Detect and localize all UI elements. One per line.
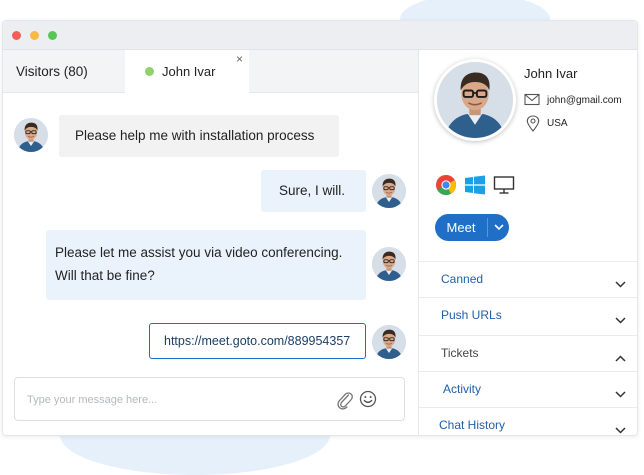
chevron-down-icon [615,385,626,403]
location-pin-icon [526,115,540,137]
visitor-environment-icons [435,174,515,201]
message-composer [14,377,405,421]
accordion-label: Activity [443,382,482,396]
profile-location: USA [547,118,568,129]
message-text-line: Will that be fine? [55,268,155,283]
profile-email: john@gmail.com [547,95,622,106]
tab-close-icon[interactable]: × [236,52,243,66]
window-maximize-dot[interactable] [48,31,57,40]
agent-avatar [372,174,406,208]
chrome-icon [435,174,457,201]
meet-button[interactable]: Meet [435,214,509,241]
tab-visitors[interactable]: Visitors (80) [3,50,125,92]
agent-avatar [372,247,406,281]
message-text: Sure, I will. [279,183,346,198]
chevron-down-icon [615,421,626,435]
app-window: Visitors (80) John Ivar × Please help me… [2,20,638,436]
accordion-activity[interactable]: Activity [419,371,637,407]
chevron-down-icon [615,311,626,329]
mail-icon [524,93,540,111]
accordion-chat-history[interactable]: Chat History [419,407,637,435]
profile-name: John Ivar [524,66,578,81]
visitor-profile-panel: John Ivar john@gmail.com USA Meet Canned… [418,50,637,435]
tab-john-ivar-label: John Ivar [162,64,216,79]
agent-avatar [372,325,406,359]
window-titlebar [3,21,637,50]
message-text: Please help me with installation process [75,128,315,143]
message-bubble-visitor: Please help me with installation process [59,115,339,157]
chat-area: Please help me with installation process… [3,93,418,435]
smiley-icon[interactable] [359,390,377,413]
tab-visitors-label: Visitors (80) [16,63,88,79]
accordion-label: Push URLs [441,308,502,322]
windows-icon [464,175,486,200]
window-close-dot[interactable] [12,31,21,40]
chevron-down-icon [615,275,626,293]
visitor-avatar [14,118,48,152]
accordion-label: Canned [441,272,484,286]
message-input[interactable] [25,389,329,411]
accordion-canned[interactable]: Canned [419,261,637,297]
accordion-tickets[interactable]: Tickets [419,335,637,371]
meeting-link[interactable]: https://meet.goto.com/889954357 [164,334,350,348]
meet-button-label: Meet [446,220,476,235]
chevron-down-icon[interactable] [488,224,509,231]
paperclip-icon[interactable] [336,390,354,415]
chevron-up-icon [615,349,626,367]
meeting-link-bubble[interactable]: https://meet.goto.com/889954357 [149,323,366,359]
accordion-label: Chat History [439,418,506,432]
message-bubble-agent: Please let me assist you via video confe… [46,230,366,300]
profile-avatar [434,59,516,141]
accordion-label: Tickets [441,346,479,360]
accordion-push-urls[interactable]: Push URLs [419,297,637,333]
message-bubble-agent: Sure, I will. [261,170,366,212]
tab-john-ivar[interactable]: John Ivar × [125,50,249,93]
window-minimize-dot[interactable] [30,31,39,40]
desktop-icon [493,175,515,200]
chat-tabs: Visitors (80) John Ivar × [3,50,418,93]
online-status-dot [145,67,154,76]
message-text-line: Please let me assist you via video confe… [55,245,343,260]
